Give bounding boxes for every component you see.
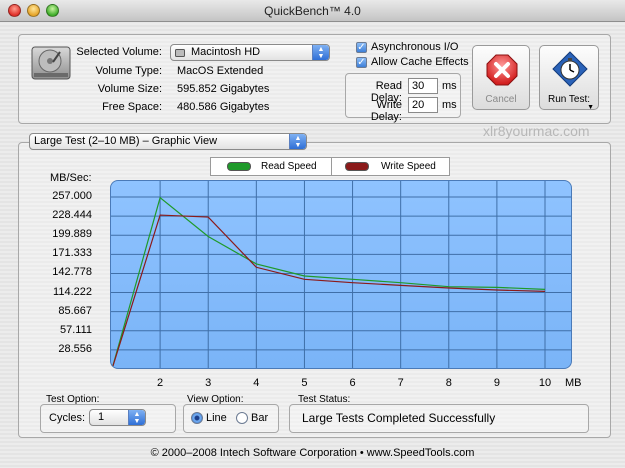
view-bar-label: Bar (251, 412, 269, 424)
cancel-x-icon (486, 54, 518, 86)
y-tick-label: 199.889 (52, 228, 92, 241)
volume-select-value: Macintosh HD (191, 46, 261, 58)
y-tick-label: 257.000 (52, 190, 92, 202)
y-tick-label: 142.778 (52, 266, 92, 279)
run-test-button[interactable]: Run Test: ▼ (539, 45, 599, 111)
y-tick-label: 228.444 (52, 209, 92, 222)
x-tick-label: 8 (445, 377, 452, 389)
x-axis-label: MB (565, 377, 582, 389)
cache-effects-label: Allow Cache Effects (371, 56, 469, 68)
watermark-text: xlr8yourmac.com (483, 123, 590, 139)
cancel-button[interactable]: Cancel (472, 45, 530, 110)
x-tick-label: 6 (349, 377, 356, 389)
write-speed-series (111, 214, 546, 368)
legend-write-label: Write Speed (381, 161, 436, 172)
y-tick-label: 28.556 (58, 342, 92, 355)
legend-divider (331, 158, 332, 175)
cancel-label: Cancel (485, 94, 517, 105)
stopwatch-icon (552, 51, 588, 87)
chart-legend: Read Speed Write Speed (210, 157, 450, 176)
volume-type-value: MacOS Extended (177, 65, 264, 77)
write-delay-label: Write Delay: (370, 99, 402, 123)
x-tick-label: 10 (538, 377, 552, 389)
y-axis-label: MB/Sec: (50, 172, 92, 184)
selected-volume-label: Selected Volume: (76, 46, 162, 58)
async-io-label: Asynchronous I/O (371, 41, 459, 53)
x-tick-label: 2 (157, 377, 164, 389)
cycles-value: 1 (98, 411, 105, 423)
volume-type-label: Volume Type: (95, 65, 162, 77)
read-delay-input[interactable]: 30 (408, 78, 438, 94)
test-type-value: Large Test (2–10 MB) – Graphic View (34, 135, 218, 147)
legend-swatch-read (227, 162, 251, 171)
x-tick-label: 5 (301, 377, 308, 389)
cache-effects-checkbox[interactable]: ✓ (356, 57, 367, 68)
write-delay-input[interactable]: 20 (408, 97, 438, 113)
chevron-updown-icon: ▲ ▼ (128, 410, 145, 425)
y-tick-label: 85.667 (58, 304, 92, 317)
x-tick-label: 4 (253, 377, 260, 389)
view-line-label: Line (206, 412, 227, 424)
view-bar-radio[interactable] (236, 412, 248, 424)
volume-select[interactable]: Macintosh HD ▲ ▼ (170, 44, 330, 61)
x-tick-label: 9 (493, 377, 500, 389)
async-io-checkbox[interactable]: ✓ (356, 42, 367, 53)
dropdown-arrow-icon: ▼ (587, 104, 594, 111)
y-tick-label: 171.333 (52, 247, 92, 260)
volume-size-value: 595.852 Gigabytes (177, 83, 270, 95)
chevron-updown-icon: ▲ ▼ (312, 45, 329, 60)
copyright-footer: © 2000–2008 Intech Software Corporation … (150, 447, 475, 459)
x-tick-label: 3 (205, 377, 212, 389)
y-tick-label: 57.111 (59, 323, 92, 336)
speed-chart (111, 181, 571, 368)
read-speed-series (111, 196, 546, 368)
legend-swatch-write (345, 162, 369, 171)
title-bar: QuickBench™ 4.0 (0, 0, 625, 22)
cycles-select[interactable]: 1 ▲ ▼ (89, 409, 146, 426)
view-line-radio[interactable] (191, 412, 203, 424)
test-type-select[interactable]: Large Test (2–10 MB) – Graphic View ▲ ▼ (29, 133, 307, 150)
window-title: QuickBench™ 4.0 (264, 4, 361, 18)
free-space-value: 480.586 Gigabytes (177, 101, 270, 113)
plot-area (110, 180, 572, 369)
cycles-label: Cycles: (49, 412, 86, 424)
free-space-label: Free Space: (102, 101, 162, 113)
write-delay-unit: ms (442, 99, 457, 111)
test-status-value: Large Tests Completed Successfully (302, 411, 496, 425)
x-tick-label: 7 (397, 377, 404, 389)
legend-read-label: Read Speed (261, 161, 317, 172)
y-tick-label: 114.222 (53, 285, 92, 298)
disk-icon (175, 49, 185, 57)
chevron-updown-icon: ▲ ▼ (289, 134, 306, 149)
volume-size-label: Volume Size: (97, 83, 162, 95)
read-delay-unit: ms (442, 80, 457, 92)
